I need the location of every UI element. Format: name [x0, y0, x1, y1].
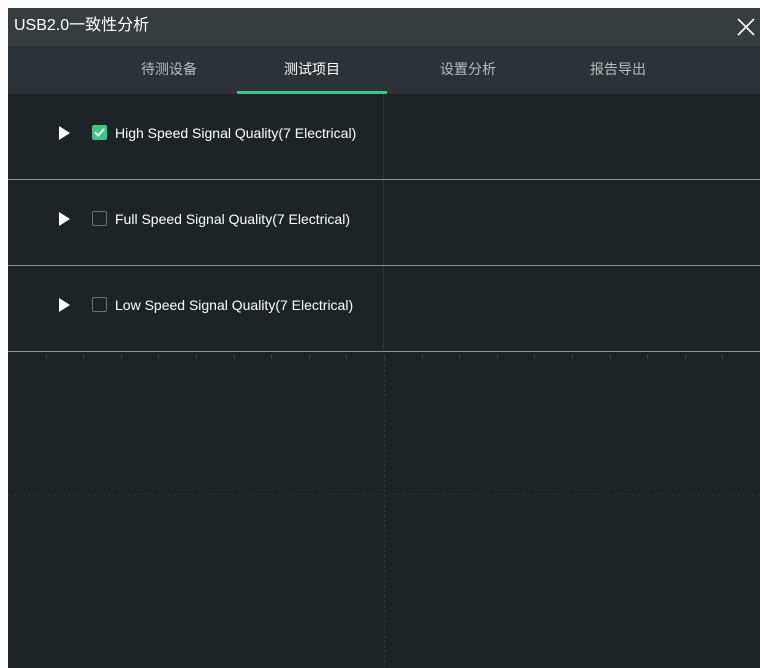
window-title: USB2.0一致性分析: [14, 17, 150, 34]
grid-tick: [45, 354, 47, 359]
tab-device-under-test[interactable]: 待测设备: [94, 46, 244, 94]
test-item-row-full-speed[interactable]: Full Speed Signal Quality(7 Electrical): [8, 180, 760, 266]
tab-report-export[interactable]: 报告导出: [543, 46, 693, 94]
background-grid-vertical: [384, 354, 385, 668]
grid-tick: [346, 354, 348, 359]
grid-tick: [684, 354, 686, 359]
title-bar: USB2.0一致性分析: [8, 8, 760, 46]
column-divider: [383, 180, 384, 265]
tab-test-items[interactable]: 测试项目: [237, 46, 387, 94]
test-item-label: High Speed Signal Quality(7 Electrical): [115, 125, 357, 141]
test-item-row-high-speed[interactable]: High Speed Signal Quality(7 Electrical): [8, 94, 760, 180]
column-divider: [383, 94, 384, 179]
close-icon: [737, 18, 755, 36]
column-divider: [383, 266, 384, 351]
grid-tick: [459, 354, 461, 359]
usb-compliance-dialog: USB2.0一致性分析 待测设备 测试项目 设置分析 报告导出 High Spe…: [8, 8, 760, 668]
test-item-label: Low Speed Signal Quality(7 Electrical): [115, 297, 354, 313]
grid-tick: [722, 354, 724, 359]
test-item-row-low-speed[interactable]: Low Speed Signal Quality(7 Electrical): [8, 266, 760, 352]
test-items-panel: High Speed Signal Quality(7 Electrical) …: [8, 94, 760, 668]
grid-tick: [196, 354, 197, 359]
tab-label: 报告导出: [590, 61, 646, 77]
close-button[interactable]: [730, 10, 760, 42]
test-item-label: Full Speed Signal Quality(7 Electrical): [115, 211, 350, 227]
grid-tick: [120, 354, 122, 359]
test-item-checkbox-high-speed[interactable]: [92, 125, 107, 140]
checkmark-icon: [94, 128, 105, 137]
tab-label: 测试项目: [284, 61, 340, 77]
tab-setup-analysis[interactable]: 设置分析: [393, 46, 543, 94]
grid-tick: [308, 354, 310, 359]
grid-tick: [271, 354, 273, 359]
expand-arrow-icon[interactable]: [59, 298, 70, 312]
expand-arrow-icon[interactable]: [59, 212, 70, 226]
background-grid-horizontal: [8, 494, 760, 495]
tab-bar: 待测设备 测试项目 设置分析 报告导出: [8, 46, 760, 94]
test-item-checkbox-full-speed[interactable]: [92, 211, 107, 226]
tab-label: 设置分析: [440, 61, 496, 77]
grid-tick: [83, 354, 85, 359]
grid-tick: [534, 354, 536, 359]
grid-tick: [158, 354, 160, 359]
grid-tick: [421, 354, 423, 359]
tab-label: 待测设备: [141, 61, 197, 77]
test-item-checkbox-low-speed[interactable]: [92, 297, 107, 312]
grid-tick: [572, 354, 573, 359]
expand-arrow-icon[interactable]: [59, 126, 70, 140]
grid-tick: [233, 354, 235, 359]
grid-tick: [496, 354, 498, 359]
grid-tick: [609, 354, 611, 359]
grid-tick: [647, 354, 649, 359]
